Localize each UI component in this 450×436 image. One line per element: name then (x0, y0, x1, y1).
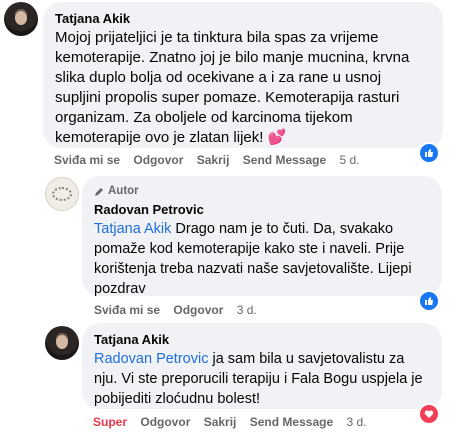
reply-text: Radovan Petrovic ja sam bila u savjetova… (94, 349, 430, 409)
comment-text: Mojoj prijateljici je ta tinktura bila s… (55, 28, 431, 148)
like-reaction-icon[interactable] (418, 290, 440, 312)
comment-actions: Sviđa mi se Odgovor Sakrij Send Message … (54, 153, 370, 167)
pencil-icon (95, 187, 103, 196)
avatar-radovan-petrovic[interactable] (45, 177, 79, 211)
reply-actions: Super Odgovor Sakrij Send Message 3 d. (93, 415, 376, 429)
timestamp[interactable]: 5 d. (340, 153, 360, 167)
heart-reaction-icon[interactable] (418, 403, 440, 425)
reply-author[interactable]: Tatjana Akik (94, 331, 430, 348)
reply-button[interactable]: Odgovor (140, 415, 190, 429)
hide-button[interactable]: Sakrij (204, 415, 237, 429)
avatar-tatjana-akik[interactable] (45, 326, 79, 360)
timestamp[interactable]: 3 d. (346, 415, 366, 429)
reply-actions: Sviđa mi se Odgovor 3 d. (94, 303, 267, 317)
like-button[interactable]: Sviđa mi se (94, 303, 160, 317)
comment-body: Mojoj prijateljici je ta tinktura bila s… (55, 29, 410, 146)
heart-emoji: 💕 (267, 129, 287, 146)
timestamp[interactable]: 3 d. (237, 303, 257, 317)
reply-bubble: Tatjana Akik Radovan Petrovic ja sam bil… (82, 323, 442, 409)
super-reaction-button[interactable]: Super (93, 415, 127, 429)
send-message-button[interactable]: Send Message (250, 415, 333, 429)
reply-text: Tatjana Akik Drago nam je to čuti. Da, s… (94, 219, 430, 299)
comment-author[interactable]: Tatjana Akik (55, 10, 431, 27)
mention-link[interactable]: Tatjana Akik (94, 221, 171, 237)
mention-link[interactable]: Radovan Petrovic (94, 351, 208, 367)
reply-button[interactable]: Odgovor (133, 153, 183, 167)
comment-bubble: Tatjana Akik Mojoj prijateljici je ta ti… (43, 2, 443, 148)
hide-button[interactable]: Sakrij (197, 153, 230, 167)
reply-button[interactable]: Odgovor (173, 303, 223, 317)
send-message-button[interactable]: Send Message (243, 153, 326, 167)
avatar-tatjana-akik[interactable] (4, 2, 38, 36)
like-reaction-icon[interactable] (418, 142, 440, 164)
author-badge: Autor (94, 184, 430, 198)
reply-bubble: Autor Radovan Petrovic Tatjana Akik Drag… (82, 176, 442, 299)
reply-author[interactable]: Radovan Petrovic (94, 201, 430, 218)
like-button[interactable]: Sviđa mi se (54, 153, 120, 167)
